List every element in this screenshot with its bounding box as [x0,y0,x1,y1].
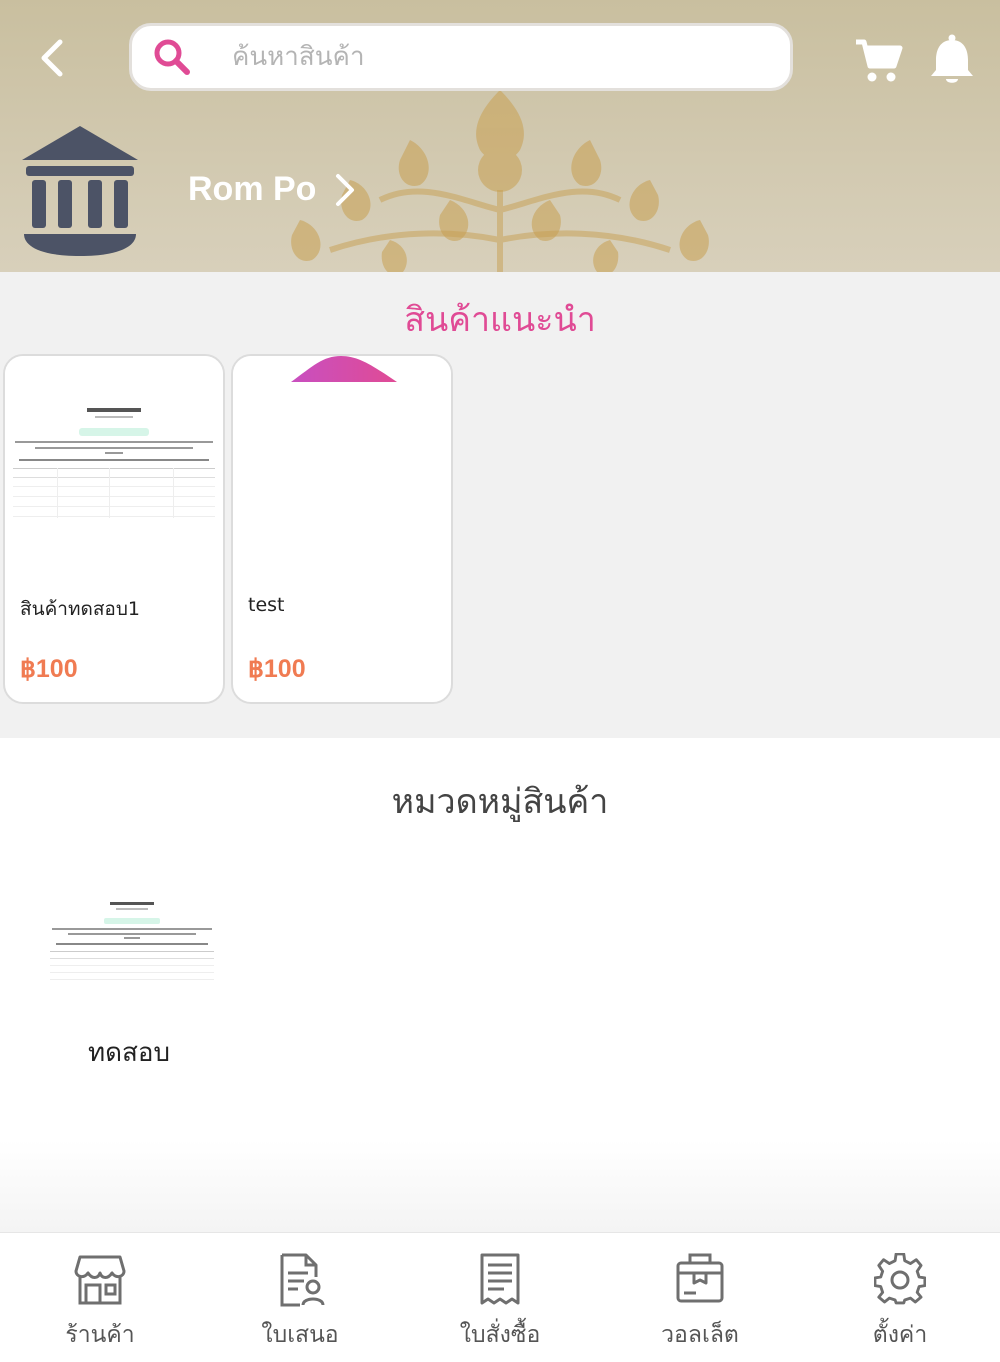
search-input[interactable] [232,42,732,72]
receipt-icon [480,1253,520,1305]
nav-item-settings[interactable]: ตั้งค่า [800,1233,1000,1362]
search-bar[interactable] [129,23,793,91]
shop-name: Rom Po [188,170,317,208]
content-fade [0,1140,1000,1232]
bell-icon[interactable] [928,34,976,86]
recommended-title: สินค้าแนะนำ [404,300,596,340]
wallet-icon [676,1253,724,1303]
product-image [5,356,223,576]
product-image [233,356,451,576]
category-item[interactable]: ทดสอบ [36,870,226,1080]
bottom-navigation: ร้านค้า ใบเสนอ ใบสั่งซื้อ วอลเล็ต ตั้งค่… [0,1232,1000,1362]
search-icon [154,39,190,75]
product-card[interactable]: สินค้าทดสอบ1 ฿100 [3,354,225,704]
product-card[interactable]: test ฿100 [231,354,453,704]
store-icon [74,1255,126,1305]
shop-header: Rom Po [0,0,1000,272]
product-price: ฿100 [248,655,306,683]
chevron-right-icon [336,173,355,206]
nav-label: วอลเล็ต [661,1322,739,1348]
nav-item-wallet[interactable]: วอลเล็ต [600,1233,800,1362]
category-name: ทดสอบ [88,1038,171,1068]
categories-title: หมวดหมู่สินค้า [391,782,609,822]
nav-item-purchase-order[interactable]: ใบสั่งซื้อ [400,1233,600,1362]
product-price: ฿100 [20,655,78,683]
nav-label: ใบเสนอ [261,1322,339,1348]
nav-item-store[interactable]: ร้านค้า [0,1233,200,1362]
back-button[interactable] [28,34,76,82]
nav-label: ใบสั่งซื้อ [459,1322,541,1348]
bank-building-icon [22,126,138,256]
product-name: test [248,594,285,616]
nav-item-quotation[interactable]: ใบเสนอ [200,1233,400,1362]
product-name: สินค้าทดสอบ1 [20,598,140,620]
shop-profile-link[interactable]: Rom Po [188,170,358,209]
nav-label: ตั้งค่า [872,1322,928,1348]
gear-icon [874,1253,926,1305]
category-image [44,882,220,982]
cart-icon[interactable] [854,36,904,84]
recommended-section: สินค้าแนะนำ สินค้าทดสอบ1 ฿100 test ฿100 [0,272,1000,738]
quotation-icon [280,1253,325,1307]
chevron-left-icon [41,39,63,77]
nav-label: ร้านค้า [65,1322,135,1348]
